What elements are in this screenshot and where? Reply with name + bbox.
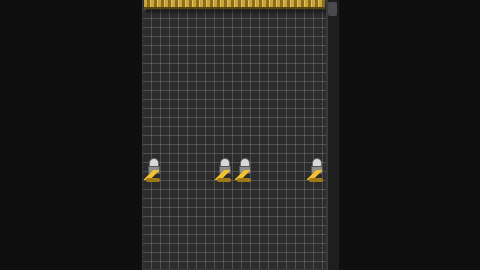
unit-4[interactable]: [307, 158, 341, 186]
unit-1[interactable]: [144, 158, 178, 186]
conveyor-belt[interactable]: [144, 0, 325, 9]
unit-base: [217, 178, 231, 182]
unit-base: [237, 178, 251, 182]
unit-base: [309, 178, 323, 182]
vertical-scrollbar[interactable]: [327, 0, 339, 270]
conveyor-belt-shadow: [146, 9, 326, 15]
scrollbar-thumb[interactable]: [328, 2, 337, 16]
game-playfield-grid[interactable]: [142, 0, 327, 270]
unit-base: [146, 178, 160, 182]
unit-3[interactable]: [235, 158, 269, 186]
